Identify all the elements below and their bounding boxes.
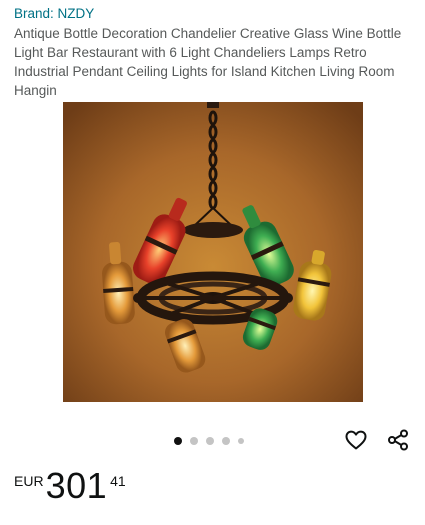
carousel-dot-2[interactable] <box>190 437 198 445</box>
carousel-dot-4[interactable] <box>222 437 230 445</box>
share-icon[interactable] <box>386 428 410 452</box>
price-currency: EUR <box>14 473 44 489</box>
price: EUR 301 41 <box>14 466 126 506</box>
heart-icon[interactable] <box>344 428 368 452</box>
product-title: Antique Bottle Decoration Chandelier Cre… <box>14 26 402 98</box>
brand-link[interactable]: Brand: NZDY <box>14 6 94 21</box>
carousel-dot-3[interactable] <box>206 437 214 445</box>
price-fraction: 41 <box>110 473 126 489</box>
price-whole: 301 <box>45 465 108 506</box>
carousel-dot-1[interactable] <box>174 437 182 445</box>
carousel-indicator <box>174 436 252 446</box>
carousel-dot-5[interactable] <box>238 438 244 444</box>
product-image[interactable] <box>63 102 363 402</box>
